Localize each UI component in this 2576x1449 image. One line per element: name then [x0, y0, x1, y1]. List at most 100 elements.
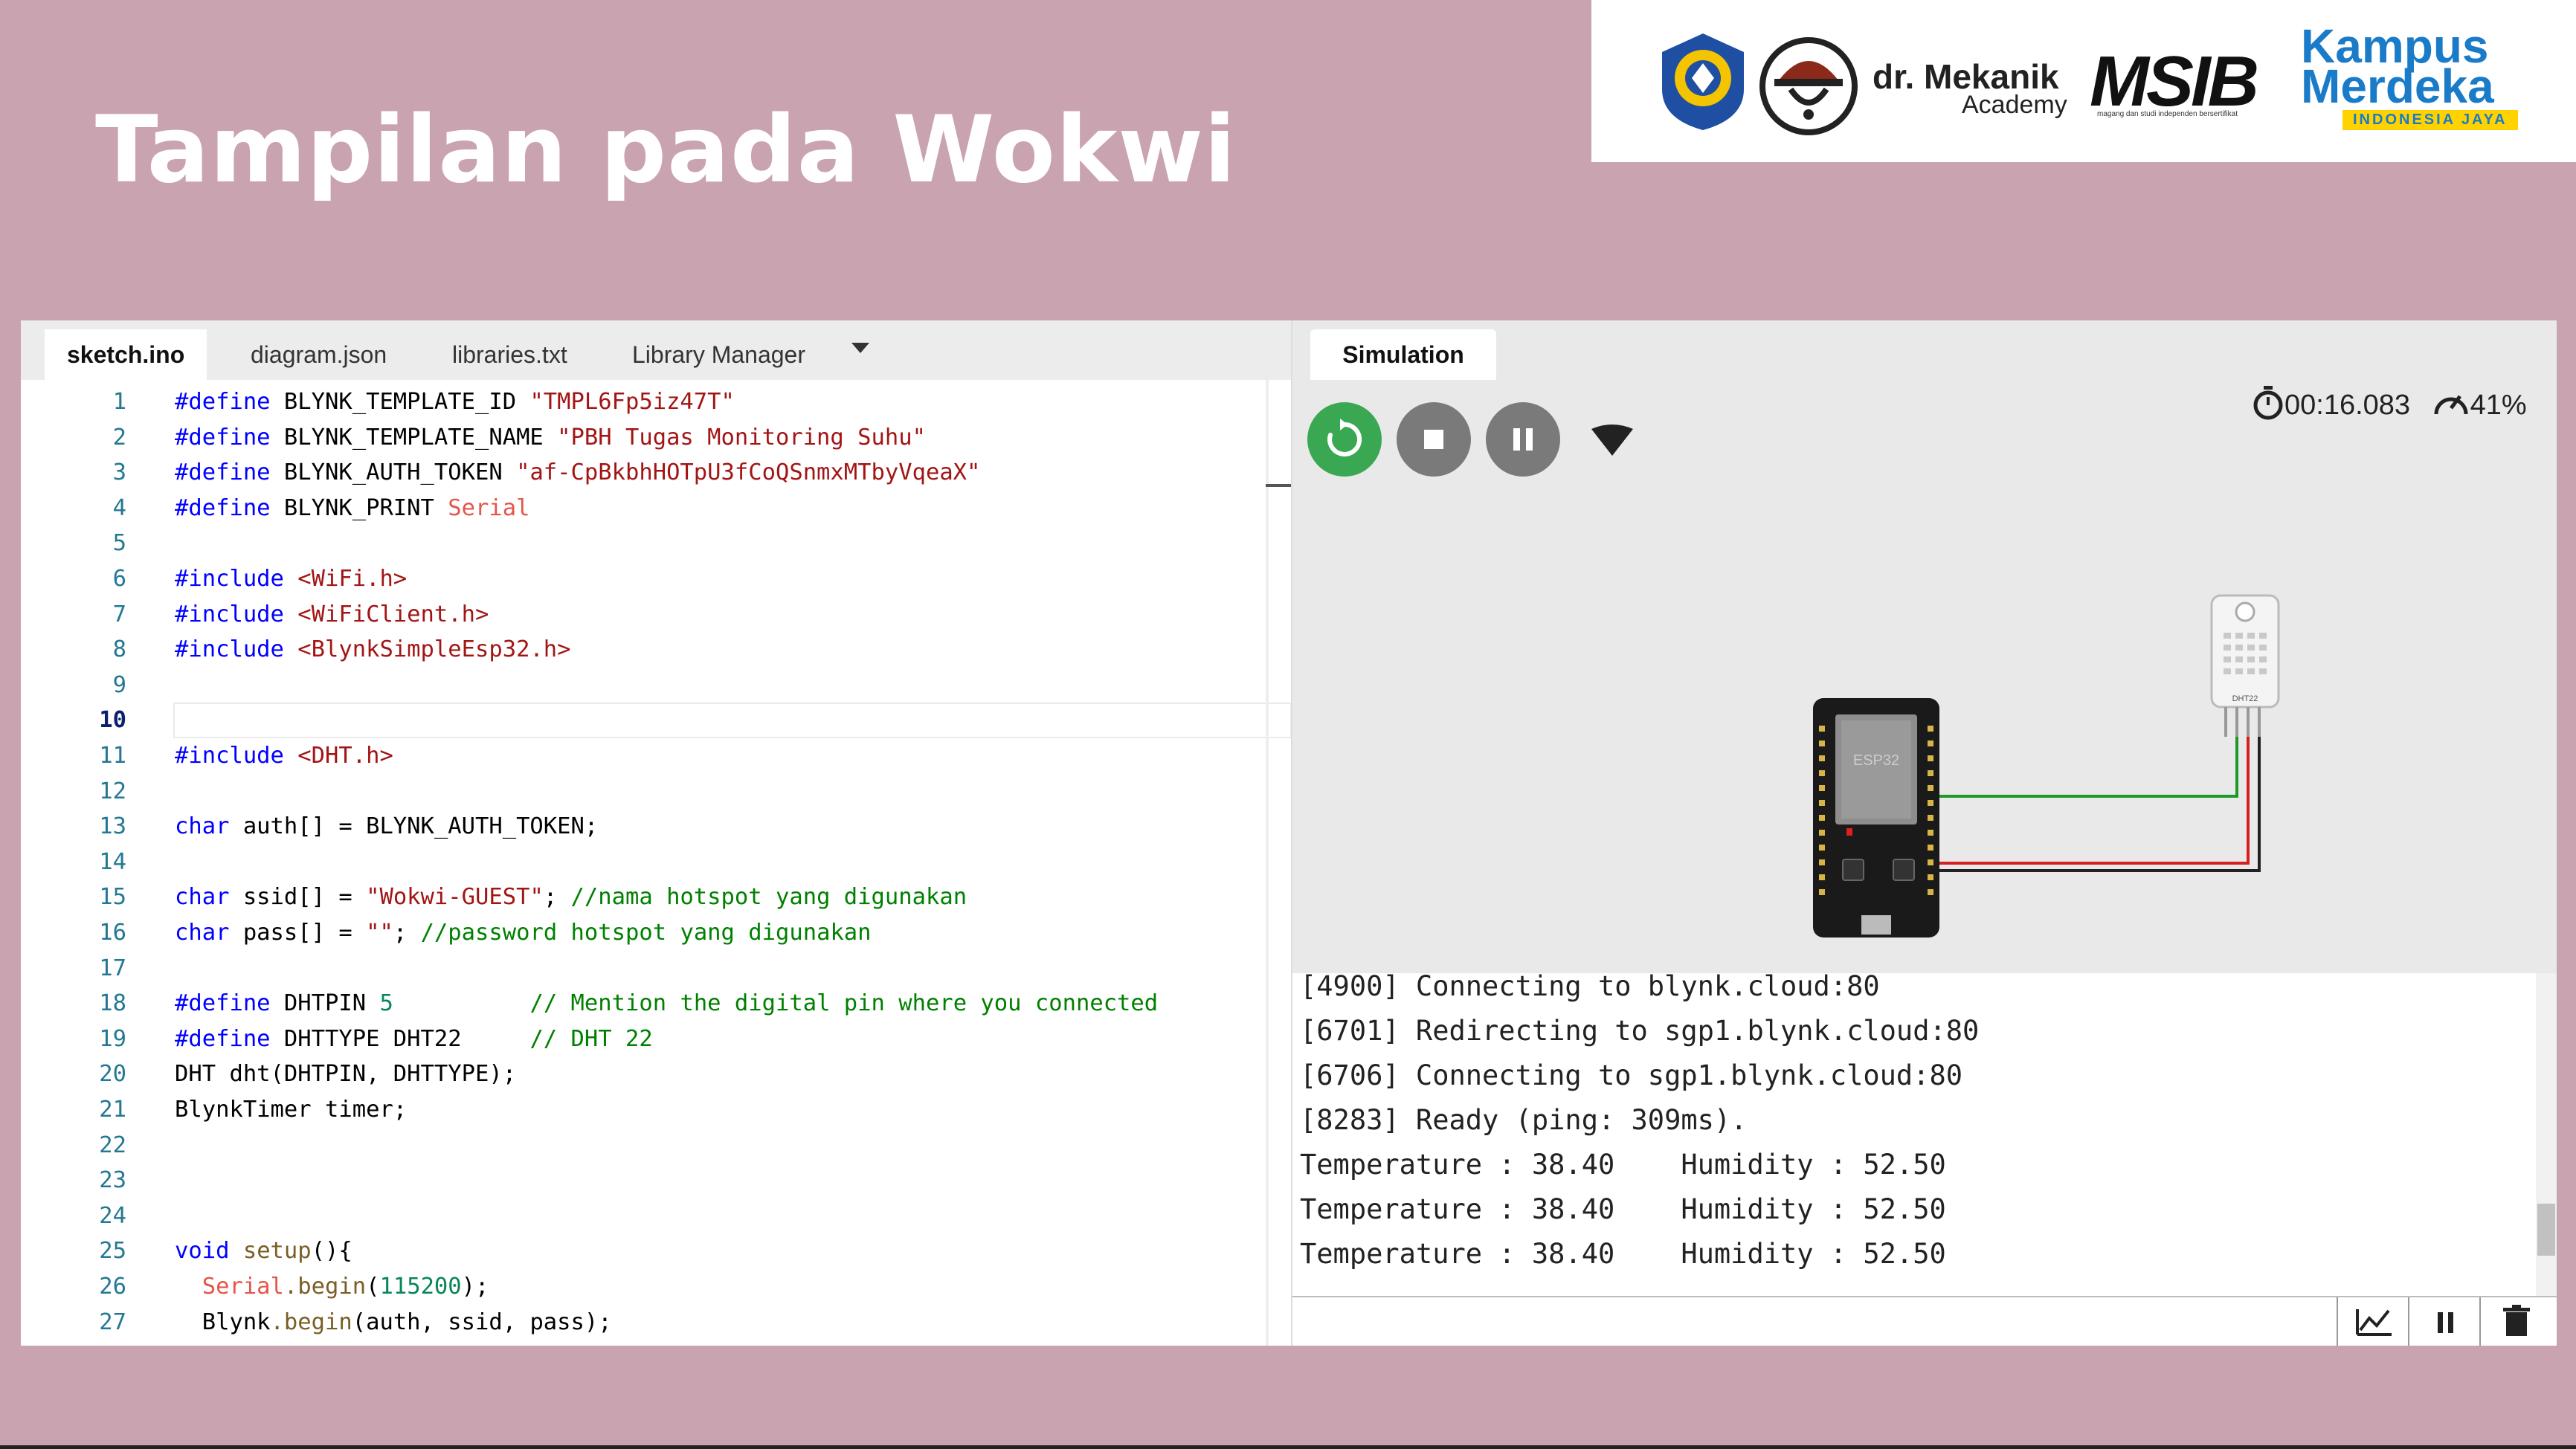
code-token: #include — [175, 636, 298, 663]
code-token: DHTPIN — [283, 990, 380, 1017]
line-number: 4 — [112, 494, 126, 521]
code-token: 5 — [379, 990, 393, 1017]
code-token: "TMPL6Fp5iz47T" — [529, 389, 735, 415]
tab-libraries[interactable]: libraries.txt — [452, 341, 567, 369]
code-line[interactable]: 18 #define DHTPIN 5 // Mention the digita… — [21, 986, 1285, 1022]
code-line[interactable]: 20 DHT dht(DHTPIN, DHTTYPE); — [21, 1056, 1285, 1092]
code-line[interactable]: 8 #include <BlynkSimpleEsp32.h> — [21, 632, 1285, 668]
code-token: // Mention the digital pin where you con… — [529, 990, 1159, 1017]
line-number: 19 — [99, 1025, 126, 1052]
editor-tabbar: sketch.ino diagram.json libraries.txt Li… — [21, 320, 1291, 380]
code-line[interactable]: 17 — [21, 951, 1285, 987]
dht22-sensor[interactable]: DHT22 — [2210, 594, 2280, 737]
code-line[interactable]: 16 char pass[] = ""; //password hotspot y… — [21, 915, 1285, 951]
plotter-button[interactable] — [2337, 1297, 2409, 1346]
tab-sketch[interactable]: sketch.ino — [45, 329, 207, 380]
code-line[interactable]: 9 — [21, 668, 1285, 703]
code-area[interactable]: 1 #define BLYNK_TEMPLATE_ID "TMPL6Fp5iz47… — [21, 380, 1291, 1346]
code-text: char ssid[] = "Wokwi-GUEST"; //nama hots… — [175, 880, 967, 915]
line-number: 22 — [99, 1132, 126, 1158]
code-token: BLYNK_PRINT — [283, 494, 448, 521]
code-line[interactable]: 11 #include <DHT.h> — [21, 738, 1285, 774]
code-line[interactable]: 3 #define BLYNK_AUTH_TOKEN "af-CpBkbhHOTp… — [21, 455, 1285, 491]
code-line[interactable]: 23 — [21, 1163, 1285, 1198]
code-token: <WiFi.h> — [297, 566, 408, 592]
code-token: ( — [366, 1274, 380, 1300]
code-line[interactable]: 22 — [21, 1128, 1285, 1164]
code-line[interactable]: 2 #define BLYNK_TEMPLATE_NAME "PBH Tugas … — [21, 420, 1285, 456]
code-line[interactable]: 24 — [21, 1198, 1285, 1234]
code-token: ; — [543, 884, 571, 911]
code-token: auth[] = BLYNK_AUTH_TOKEN; — [229, 813, 599, 840]
code-text: #define DHTPIN 5 // Mention the digital … — [175, 986, 1158, 1022]
serial-line: [8283] Ready (ping: 309ms). — [1300, 1104, 1748, 1136]
code-line[interactable]: 6 #include <WiFi.h> — [21, 561, 1285, 597]
code-text: void setup(){ — [175, 1233, 352, 1269]
kampus-merdeka-line2: Merdeka — [2301, 59, 2494, 113]
line-number: 7 — [112, 601, 126, 627]
sensor-label: DHT22 — [2232, 694, 2258, 703]
code-line[interactable]: 7 #include <WiFiClient.h> — [21, 597, 1285, 633]
code-editor-panel: sketch.ino diagram.json libraries.txt Li… — [21, 320, 1291, 1346]
code-token: setup — [242, 1238, 312, 1265]
line-number: 10 — [99, 707, 126, 734]
code-token: "Wokwi-GUEST" — [366, 884, 544, 911]
code-line[interactable]: 27 Blynk.begin(auth, ssid, pass); — [21, 1305, 1285, 1340]
code-line[interactable]: 25 void setup(){ — [21, 1233, 1285, 1269]
simulation-panel: Simulation 00:16.083 41% DHT22 ESP32 [49… — [1291, 320, 2557, 1346]
serial-monitor[interactable]: [4900] Connecting to blynk.cloud:80 [6701… — [1292, 970, 2557, 1296]
code-token: #define — [175, 1025, 284, 1052]
code-token: char — [175, 920, 230, 946]
serial-input-bar — [1292, 1296, 2557, 1346]
code-token: #include — [175, 601, 298, 627]
code-token: ); — [461, 1274, 489, 1300]
code-token: #define — [175, 389, 284, 415]
line-number: 26 — [99, 1274, 126, 1300]
editor-scroll-marker — [1266, 484, 1291, 487]
line-number: 1 — [112, 389, 126, 415]
trash-icon — [2503, 1305, 2530, 1336]
code-line[interactable]: 12 — [21, 774, 1285, 810]
code-line[interactable]: 13 char auth[] = BLYNK_AUTH_TOKEN; — [21, 809, 1285, 845]
code-line[interactable]: 4 #define BLYNK_PRINT Serial — [21, 491, 1285, 526]
serial-line: Temperature : 38.40 Humidity : 52.50 — [1300, 1193, 1946, 1225]
line-number: 24 — [99, 1202, 126, 1229]
code-text: #include <BlynkSimpleEsp32.h> — [175, 632, 571, 668]
chart-icon — [2356, 1309, 2392, 1336]
code-line[interactable]: 10 — [21, 703, 1291, 739]
code-line[interactable]: 21 BlynkTimer timer; — [21, 1092, 1285, 1128]
code-token: "" — [366, 920, 393, 946]
code-token: "PBH Tugas Monitoring Suhu" — [557, 424, 926, 451]
line-number: 15 — [99, 884, 126, 911]
tab-diagram[interactable]: diagram.json — [251, 341, 387, 369]
code-text: char auth[] = BLYNK_AUTH_TOKEN; — [175, 809, 598, 845]
code-token: .begin — [270, 1308, 352, 1335]
line-number: 3 — [112, 459, 126, 486]
code-line[interactable]: 26 Serial.begin(115200); — [21, 1269, 1285, 1305]
code-line[interactable]: 14 — [21, 845, 1285, 880]
slide-bottom-border — [0, 1445, 2576, 1449]
serial-scroll-thumb[interactable] — [2537, 1204, 2555, 1256]
tab-library-manager[interactable]: Library Manager — [632, 341, 805, 369]
clear-serial-button[interactable] — [2479, 1297, 2552, 1346]
code-text: #define BLYNK_TEMPLATE_ID "TMPL6Fp5iz47T… — [175, 384, 735, 420]
code-text: #include <WiFi.h> — [175, 561, 407, 597]
code-line[interactable]: 15 char ssid[] = "Wokwi-GUEST"; //nama ho… — [21, 880, 1285, 915]
code-token: 115200 — [379, 1274, 462, 1300]
tabs-dropdown-icon[interactable] — [851, 343, 869, 353]
editor-scrollbar[interactable] — [1266, 380, 1269, 1346]
esp32-board[interactable]: ESP32 — [1813, 698, 2090, 938]
line-number: 9 — [112, 671, 126, 698]
line-number: 11 — [99, 743, 126, 769]
code-token: <BlynkSimpleEsp32.h> — [297, 636, 571, 663]
code-line[interactable]: 5 — [21, 526, 1285, 561]
code-token: BLYNK_AUTH_TOKEN — [283, 459, 517, 486]
code-line[interactable]: 19 #define DHTTYPE DHT22 // DHT 22 — [21, 1022, 1285, 1057]
pause-serial-button[interactable] — [2408, 1297, 2481, 1346]
serial-input-field[interactable] — [1292, 1297, 2337, 1346]
code-line[interactable]: 1 #define BLYNK_TEMPLATE_ID "TMPL6Fp5iz47… — [21, 384, 1285, 420]
line-number: 21 — [99, 1097, 126, 1123]
pause-serial-icon — [2438, 1312, 2453, 1333]
